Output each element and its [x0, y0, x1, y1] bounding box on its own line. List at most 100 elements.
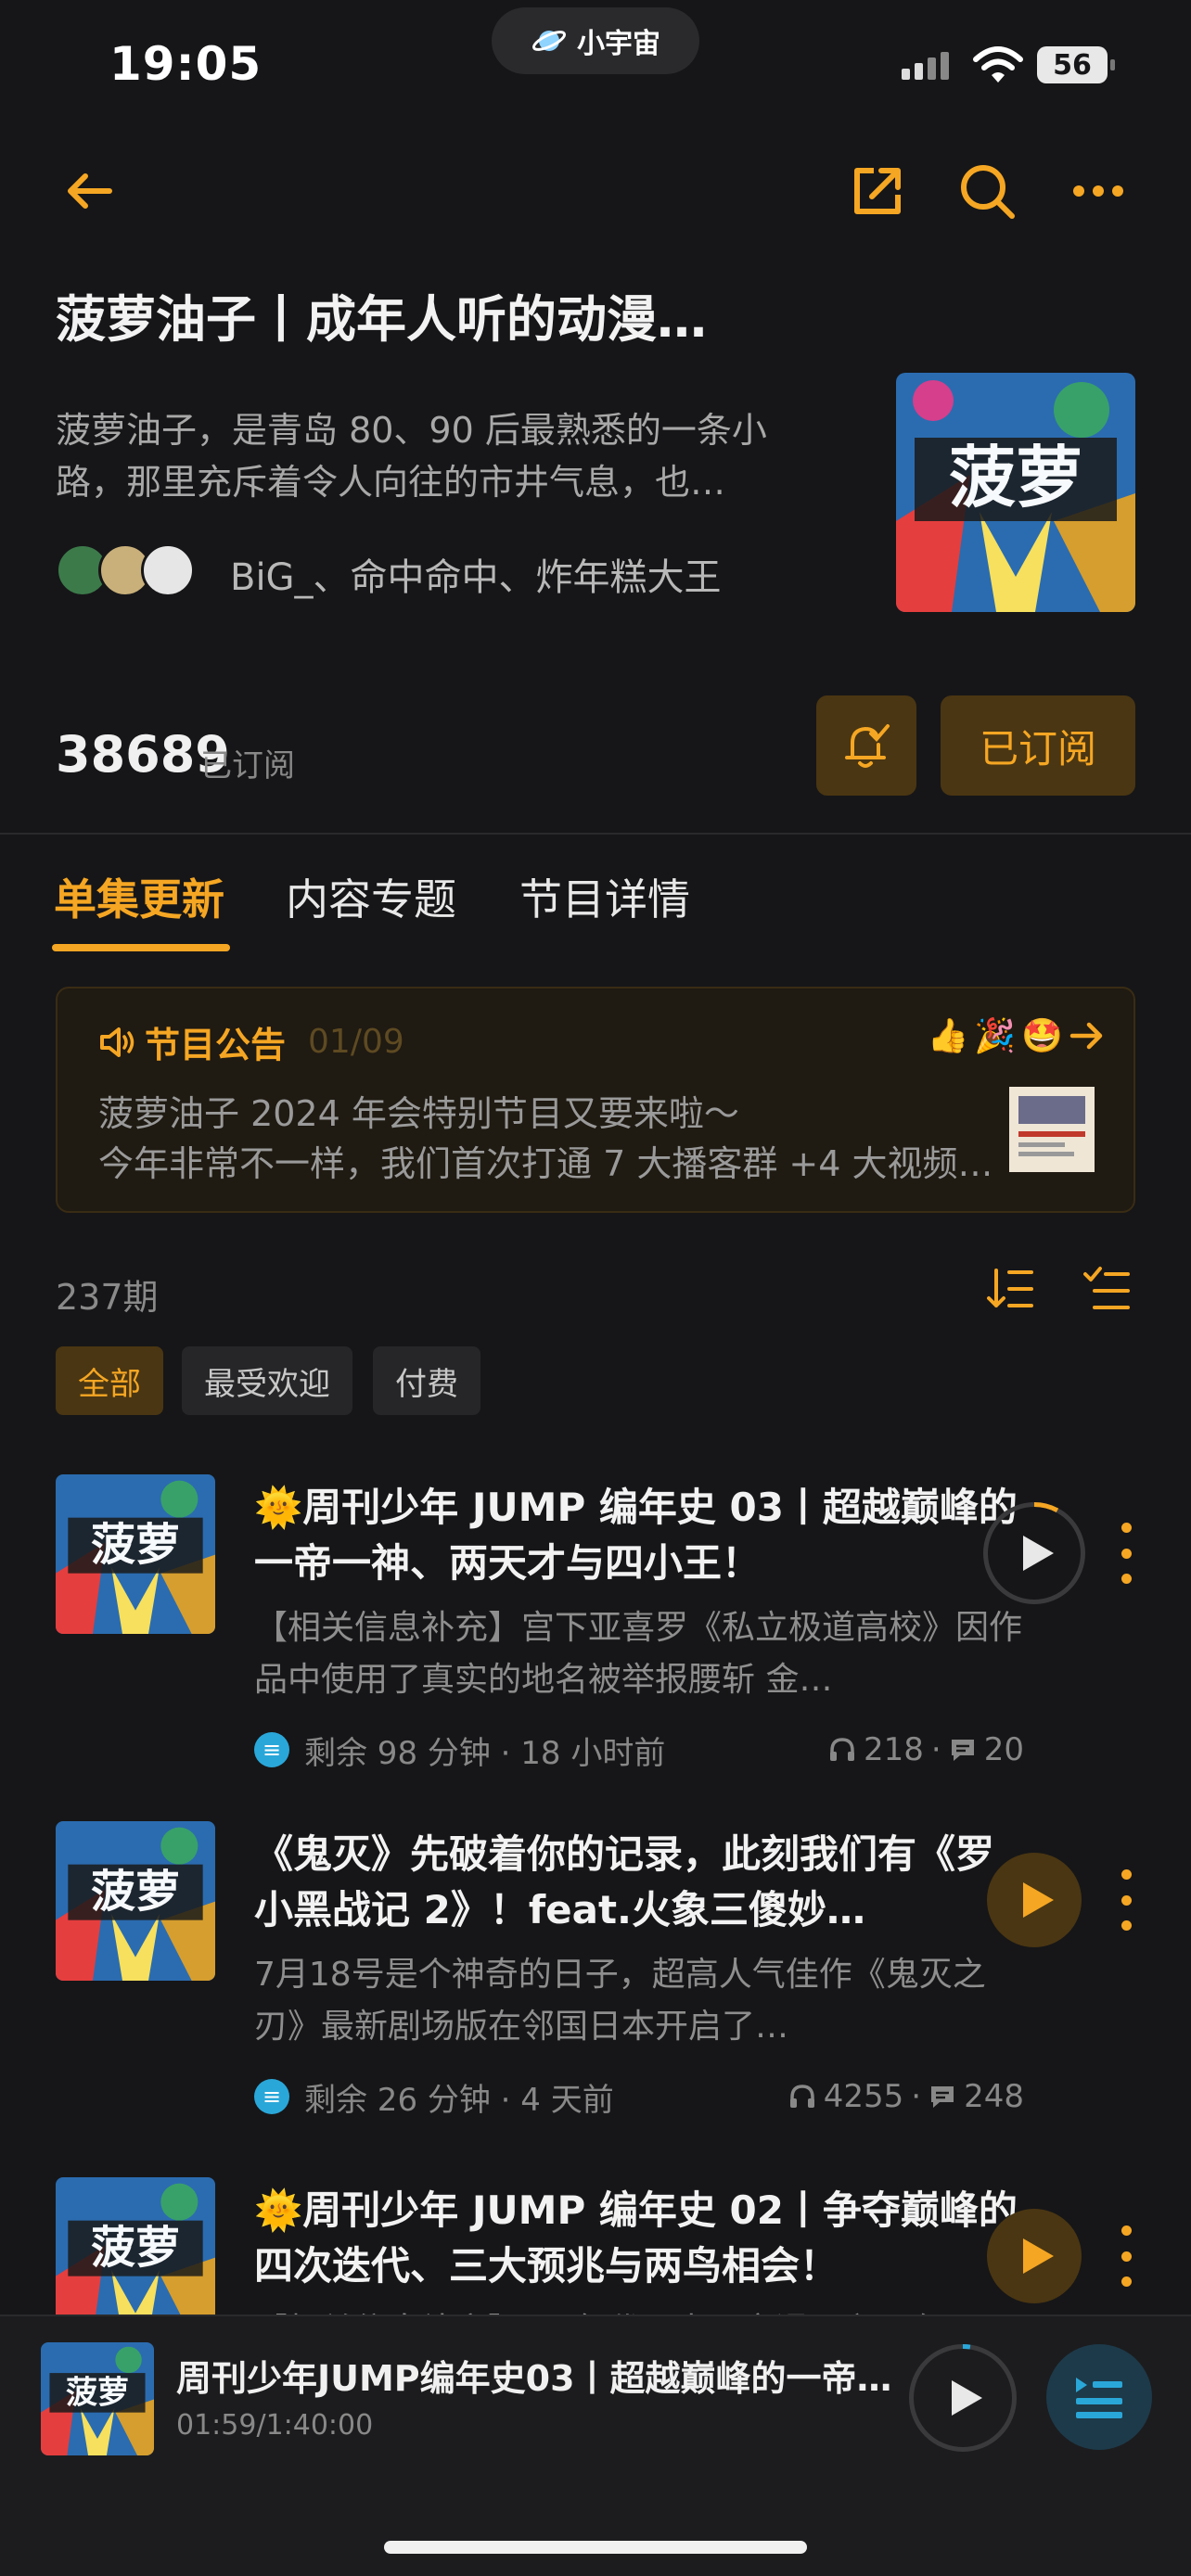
podcast-description[interactable]: 菠萝油子，是青岛 80、90 后最熟悉的一条小 路，那里充斥着令人向往的市井气息… — [56, 404, 835, 508]
comment-count: 248 — [964, 2078, 1024, 2115]
list-icon: ≡ — [254, 1732, 289, 1767]
svg-text:菠萝: 菠萝 — [91, 1866, 180, 1918]
playlist-button[interactable] — [1046, 2344, 1152, 2450]
play-count: 218 — [864, 1731, 924, 1768]
multi-select-icon[interactable] — [1083, 1265, 1132, 1313]
back-button[interactable] — [56, 158, 122, 224]
play-count: 4255 — [823, 2078, 904, 2115]
description-line: 路，那里充斥着令人向往的市井气息，也… — [56, 462, 726, 503]
bell-check-icon — [845, 724, 890, 768]
play-button[interactable] — [987, 2209, 1082, 2303]
play-icon — [1023, 2238, 1054, 2274]
headphones-icon — [789, 2085, 814, 2108]
host-avatars[interactable] — [56, 543, 195, 597]
svg-text:菠萝: 菠萝 — [66, 2374, 129, 2411]
divider — [0, 833, 1191, 835]
tab-details[interactable]: 节目详情 — [519, 866, 690, 927]
episode-title: 《鬼灭》先破着你的记录，此刻我们有《罗小黑战记 2》！feat.火象三傻妙… — [254, 1831, 995, 1932]
arrow-right-icon — [1069, 1022, 1103, 1050]
mini-player[interactable]: 菠萝 周刊少年JUMP编年史03丨超越巅峰的一帝… 01:59/1:40:00 — [0, 2315, 1191, 2576]
planet-icon — [531, 31, 567, 51]
speaker-icon — [100, 1027, 134, 1057]
episode-description: 7月18号是个神奇的日子，超高人气佳作《鬼灭之刃》最新剧场版在邻国日本开启了… — [254, 1956, 986, 2046]
episode-remaining: 剩余 98 分钟 · 18 小时前 — [304, 1734, 666, 1772]
episode-cover: 菠萝 — [56, 2177, 215, 2315]
episode-item[interactable]: 菠萝 《鬼灭》先破着你的记录，此刻我们有《罗小黑战记 2》！feat.火象三傻妙… — [56, 1821, 1135, 2155]
player-title: 周刊少年JUMP编年史03丨超越巅峰的一帝… — [176, 2358, 890, 2399]
episode-title: 🌞周刊少年 JUMP 编年史 02丨争夺巅峰的四次迭代、三大预兆与两鸟相会！ — [254, 2187, 1018, 2289]
cover-art: 菠萝 — [56, 2177, 215, 2315]
podcast-title: 菠萝油子丨成年人听的动漫… — [56, 290, 707, 349]
share-button[interactable] — [844, 158, 911, 224]
play-button[interactable] — [987, 1853, 1082, 1947]
comment-icon — [931, 2086, 954, 2108]
episode-cover: 菠萝 — [56, 1474, 215, 1634]
tab-episodes[interactable]: 单集更新 — [54, 866, 224, 927]
filter-popular[interactable]: 最受欢迎 — [182, 1346, 352, 1415]
search-button[interactable] — [954, 158, 1020, 224]
battery-level: 56 — [1053, 48, 1092, 82]
thumbs-up-emoji: 👍 — [927, 1017, 969, 1055]
avatar — [141, 543, 195, 597]
more-horizontal-icon — [1073, 185, 1123, 197]
list-icon: ≡ — [254, 2079, 289, 2114]
status-bar: 19:05 小宇宙 56 — [0, 0, 1191, 130]
podcast-cover: 菠萝 — [896, 373, 1135, 612]
svg-text:菠萝: 菠萝 — [91, 2222, 180, 2274]
announcement-line: 今年非常不一样，我们首次打通 7 大播客群 +4 大视频… — [98, 1143, 989, 1184]
episode-title: 🌞周刊少年 JUMP 编年史 03丨超越巅峰的一帝一神、两天才与四小王！ — [254, 1485, 1018, 1586]
home-indicator[interactable] — [384, 2541, 807, 2554]
signal-icon — [902, 52, 949, 80]
episode-item[interactable]: 菠萝 🌞周刊少年 JUMP 编年史 03丨超越巅峰的一帝一神、两天才与四小王！ … — [56, 1474, 1135, 1808]
progress-ring — [909, 2344, 1017, 2452]
episode-more-button[interactable] — [1119, 1523, 1133, 1584]
tab-indicator — [52, 944, 230, 951]
cover-art: 菠萝 — [896, 373, 1135, 612]
more-button[interactable] — [1065, 158, 1132, 224]
separator: · — [911, 2078, 922, 2115]
announcement-reactions: 👍 🎉 🤩 — [928, 1016, 1106, 1055]
player-time: 01:59/1:40:00 — [176, 2409, 374, 2442]
subscribe-button[interactable]: 已订阅 — [941, 695, 1135, 796]
notify-button[interactable] — [816, 695, 916, 796]
cover-art: 菠萝 — [41, 2342, 154, 2455]
subscriber-label: 已订阅 — [200, 747, 295, 784]
battery-icon: 56 — [1037, 46, 1115, 83]
episode-more-button[interactable] — [1119, 2225, 1133, 2287]
announcement-card[interactable]: 节目公告 01/09 👍 🎉 🤩 菠萝油子 2024 年会特别节目又要来啦～ 今… — [56, 987, 1135, 1213]
arrow-left-icon — [68, 173, 112, 209]
player-cover: 菠萝 — [41, 2342, 154, 2455]
podcast-page: 19:05 小宇宙 56 菠萝油子丨成年人听的动漫… 菠萝油子，是青岛 80、9… — [0, 0, 1191, 2576]
svg-text:菠萝: 菠萝 — [949, 439, 1082, 516]
episode-description: 【相关信息补充】宫下亚喜罗《私立极道高校》因作品中使用了真实的地名被举报腰斩 金… — [254, 1609, 1023, 1699]
dynamic-island[interactable]: 小宇宙 — [492, 7, 699, 74]
announcement-title: 节目公告 — [145, 1025, 287, 1065]
sort-order-icon[interactable] — [987, 1265, 1035, 1313]
episode-stats: 218 · 20 — [828, 1731, 1024, 1768]
cover-art: 菠萝 — [56, 1474, 215, 1634]
play-button[interactable] — [983, 1502, 1085, 1604]
filter-paid[interactable]: 付费 — [373, 1346, 480, 1415]
search-icon — [961, 165, 1015, 219]
comment-icon — [951, 1740, 974, 1761]
episode-meta: ≡ 剩余 26 分钟 · 4 天前 4255 · 248 — [254, 2073, 1024, 2120]
island-label: 小宇宙 — [577, 28, 660, 60]
episode-stats: 4255 · 248 — [788, 2078, 1024, 2115]
host-names[interactable]: BiG_、命中命中、炸年糕大王 — [230, 547, 722, 601]
episode-remaining: 剩余 26 分钟 · 4 天前 — [304, 2081, 614, 2119]
filter-all[interactable]: 全部 — [56, 1346, 163, 1415]
episode-description: 【相关信息补充】70 年代三大不良漫画之一东… — [254, 2305, 1024, 2315]
comment-count: 20 — [983, 1731, 1024, 1768]
episode-more-button[interactable] — [1119, 1869, 1133, 1931]
announcement-date: 01/09 — [308, 1023, 404, 1061]
party-emoji: 🎉 — [974, 1017, 1017, 1055]
episode-item[interactable]: 菠萝 🌞周刊少年 JUMP 编年史 02丨争夺巅峰的四次迭代、三大预兆与两鸟相会… — [56, 2177, 1135, 2315]
announcement-line: 菠萝油子 2024 年会特别节目又要来啦～ — [98, 1093, 739, 1134]
share-icon — [854, 168, 901, 214]
separator: · — [930, 1731, 941, 1768]
episode-count: 237期 — [56, 1277, 159, 1318]
cover-art: 菠萝 — [56, 1821, 215, 1981]
player-play-button[interactable] — [909, 2344, 1017, 2452]
tab-topics[interactable]: 内容专题 — [286, 866, 456, 927]
thumbnail-art — [1009, 1087, 1095, 1172]
